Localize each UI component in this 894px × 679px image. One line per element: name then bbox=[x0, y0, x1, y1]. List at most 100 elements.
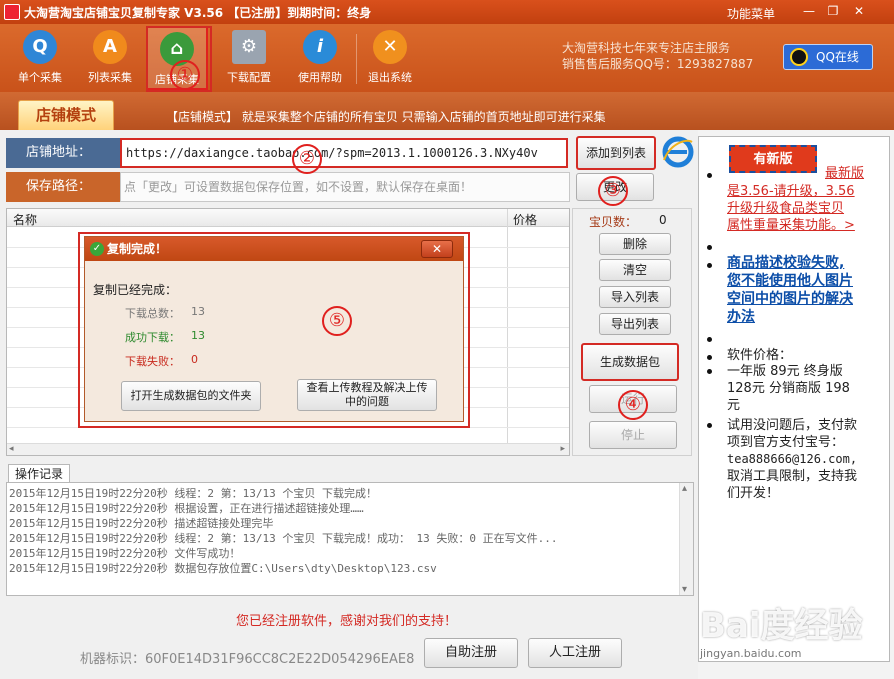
mode-bar: 店铺模式 【店铺模式】 就是采集整个店铺的所有宝贝 只需输入店铺的首页地址即可进… bbox=[0, 92, 894, 130]
shop-url-label: 店铺地址： bbox=[6, 138, 120, 168]
annotation-2: ② bbox=[292, 144, 322, 174]
single-collect-icon: Q bbox=[23, 30, 57, 64]
open-folder-button[interactable]: 打开生成数据包的文件夹 bbox=[121, 381, 261, 411]
exit-button[interactable]: ✕ 退出系统 bbox=[359, 30, 421, 88]
price-title: 软件价格： bbox=[727, 348, 793, 363]
price-text: 128元 分销商版 198 bbox=[727, 381, 850, 396]
log-line: 2015年12月15日19时22分20秒 数据包存放位置C:\Users\dty… bbox=[9, 562, 437, 575]
fix-link[interactable]: 您不能使用他人图片 bbox=[727, 273, 853, 290]
new-version-text[interactable]: 升级升级食品类宝贝 bbox=[727, 200, 844, 217]
support-qq: 销售售后服务QQ号：1293827887 bbox=[562, 57, 754, 71]
new-version-link[interactable]: 最新版 bbox=[825, 165, 864, 182]
qq-online-button[interactable]: QQ在线 bbox=[783, 44, 873, 70]
clear-button[interactable]: 清空 bbox=[599, 259, 671, 281]
tab-shop-mode[interactable]: 店铺模式 bbox=[18, 100, 114, 130]
toolbar-label: 列表采集 bbox=[88, 71, 132, 84]
total-label: 下载总数： bbox=[125, 307, 180, 320]
table-header: 名称 价格 bbox=[7, 209, 569, 227]
scroll-right-icon[interactable]: ▸ bbox=[560, 444, 565, 454]
new-version-text[interactable]: 属性重量采集功能。> bbox=[727, 217, 855, 234]
pay-text: 项到官方支付宝号： bbox=[727, 435, 845, 450]
price-text: 元 bbox=[727, 398, 741, 413]
scroll-down-icon[interactable]: ▾ bbox=[682, 584, 687, 595]
exit-icon: ✕ bbox=[373, 30, 407, 64]
shop-url-input[interactable]: https://daxiangce.taobao.com/?spm=2013.1… bbox=[120, 138, 568, 168]
baidu-watermark: Bai度经验 jingyan.baidu.com bbox=[700, 598, 890, 674]
fix-link[interactable]: 空间中的图片的解决 bbox=[727, 291, 853, 308]
scroll-left-icon[interactable]: ◂ bbox=[9, 444, 14, 454]
toolbar-label: 使用帮助 bbox=[298, 71, 342, 84]
generate-package-button[interactable]: 生成数据包 bbox=[581, 343, 679, 381]
toolbar-separator bbox=[356, 34, 357, 84]
fail-value: 0 bbox=[191, 353, 198, 366]
log-line: 2015年12月15日19时22分20秒 线程：2 第：13/13 个宝贝 下载… bbox=[9, 487, 377, 500]
qq-penguin-icon bbox=[790, 48, 808, 66]
download-config-button[interactable]: ⚙ 下载配置 bbox=[218, 30, 280, 88]
annotation-1: ① bbox=[170, 60, 200, 90]
export-list-button[interactable]: 导出列表 bbox=[599, 313, 671, 335]
close-icon[interactable]: ✕ bbox=[850, 2, 868, 20]
manual-register-button[interactable]: 人工注册 bbox=[528, 638, 622, 668]
new-version-badge[interactable]: 有新版 bbox=[729, 145, 817, 173]
toolbar-label: 单个采集 bbox=[18, 71, 62, 84]
bullet bbox=[707, 355, 712, 360]
single-collect-button[interactable]: Q 单个采集 bbox=[9, 30, 71, 88]
mode-description: 【店铺模式】 就是采集整个店铺的所有宝贝 只需输入店铺的首页地址即可进行采集 bbox=[166, 110, 606, 124]
log-line: 2015年12月15日19时22分20秒 根据设置，正在进行描述超链接处理…… bbox=[9, 502, 364, 515]
annotation-5: ⑤ bbox=[322, 306, 352, 336]
import-list-button[interactable]: 导入列表 bbox=[599, 286, 671, 308]
log-line: 2015年12月15日19时22分20秒 描述超链接处理完毕 bbox=[9, 517, 274, 530]
restore-icon[interactable]: ❐ bbox=[824, 2, 842, 20]
gear-icon: ⚙ bbox=[232, 30, 266, 64]
total-value: 13 bbox=[191, 305, 205, 318]
ie-browser-icon[interactable] bbox=[662, 136, 694, 168]
column-name[interactable]: 名称 bbox=[13, 211, 37, 228]
bullet bbox=[707, 263, 712, 268]
tab-operation-log[interactable]: 操作记录 bbox=[8, 464, 70, 482]
news-panel: 有新版 最新版 是3.56-请升级，3.56 升级升级食品类宝贝 属性重量采集功… bbox=[698, 136, 890, 662]
new-version-text[interactable]: 是3.56-请升级，3.56 bbox=[727, 183, 855, 200]
log-line: 2015年12月15日19时22分20秒 文件写成功！ bbox=[9, 547, 241, 560]
minimize-icon[interactable]: — bbox=[800, 2, 818, 20]
watermark-logo: Bai度经验 bbox=[700, 606, 863, 646]
info-icon: i bbox=[303, 30, 337, 64]
dialog-title-bar: ✓ 复制完成！ ✕ bbox=[85, 237, 463, 261]
annotation-3: ③ bbox=[598, 176, 628, 206]
window-title: 大淘营淘宝店铺宝贝复制专家 V3.56 【已注册】到期时间：终身 bbox=[24, 6, 372, 20]
horizontal-scrollbar[interactable]: ◂ ▸ bbox=[7, 443, 569, 455]
operation-log[interactable]: 2015年12月15日19时22分20秒 线程：2 第：13/13 个宝贝 下载… bbox=[6, 482, 694, 596]
bullet bbox=[707, 245, 712, 250]
bullet bbox=[707, 173, 712, 178]
toolbar: Q 单个采集 A 列表采集 ⌂ 店铺采集 ⚙ 下载配置 i 使用帮助 ✕ 退出系… bbox=[0, 24, 894, 92]
alipay-account: tea888666@126.com, bbox=[727, 452, 858, 466]
fix-link[interactable]: 办法 bbox=[727, 309, 755, 326]
list-collect-button[interactable]: A 列表采集 bbox=[79, 30, 141, 88]
dialog-close-icon[interactable]: ✕ bbox=[421, 240, 453, 258]
company-slogan: 大淘营科技七年来专注店主服务 bbox=[562, 41, 731, 55]
function-menu[interactable]: 功能菜单 bbox=[727, 5, 775, 22]
add-to-list-button[interactable]: 添加到列表 bbox=[576, 136, 656, 170]
qq-online-label: QQ在线 bbox=[816, 50, 859, 64]
delete-button[interactable]: 删除 bbox=[599, 233, 671, 255]
title-bar: 大淘营淘宝店铺宝贝复制专家 V3.56 【已注册】到期时间：终身 功能菜单 — … bbox=[0, 0, 894, 24]
copy-complete-dialog: ✓ 复制完成！ ✕ 复制已经完成： 下载总数： 13 成功下载： 13 下载失败… bbox=[84, 236, 464, 422]
save-path-input[interactable]: 点「更改」可设置数据包保存位置，如不设置，默认保存在桌面！ bbox=[120, 172, 570, 202]
vertical-scrollbar[interactable]: ▴ ▾ bbox=[679, 483, 693, 595]
toolbar-label: 下载配置 bbox=[227, 71, 271, 84]
watermark-url: jingyan.baidu.com bbox=[700, 647, 802, 660]
view-tutorial-button[interactable]: 查看上传教程及解决上传 中的问题 bbox=[297, 379, 437, 411]
scroll-up-icon[interactable]: ▴ bbox=[682, 483, 687, 494]
log-line: 2015年12月15日19时22分20秒 线程：2 第：13/13 个宝贝 下载… bbox=[9, 532, 558, 545]
fix-link[interactable]: 商品描述校验失败, bbox=[727, 255, 844, 272]
pay-text: 们开发！ bbox=[727, 486, 780, 501]
bullet bbox=[707, 369, 712, 374]
self-register-button[interactable]: 自助注册 bbox=[424, 638, 518, 668]
stop-button[interactable]: 停止 bbox=[589, 421, 677, 449]
fail-label: 下载失败： bbox=[125, 355, 180, 368]
bullet bbox=[707, 337, 712, 342]
bullet bbox=[707, 423, 712, 428]
help-button[interactable]: i 使用帮助 bbox=[289, 30, 351, 88]
column-price[interactable]: 价格 bbox=[513, 211, 537, 228]
toolbar-label: 退出系统 bbox=[368, 71, 412, 84]
save-path-label: 保存路径： bbox=[6, 172, 120, 202]
